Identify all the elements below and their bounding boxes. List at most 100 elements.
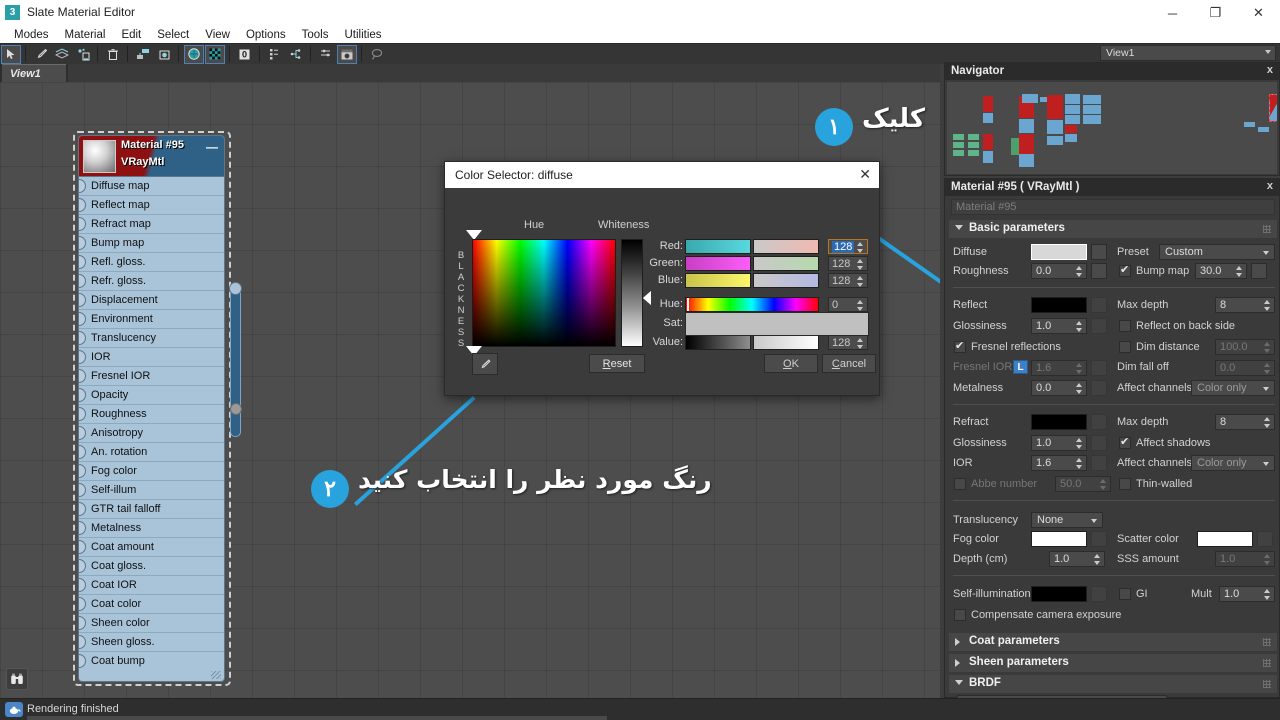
node-slot-socket[interactable] (79, 426, 86, 440)
spinner-arrows-icon[interactable] (1075, 382, 1084, 395)
spinner-arrows-icon[interactable] (1075, 320, 1084, 333)
value-spinner[interactable]: 128 (828, 335, 868, 350)
roughness-map-button[interactable] (1091, 263, 1107, 279)
blue-slider-left[interactable] (685, 273, 751, 288)
node-slot-socket[interactable] (79, 502, 86, 516)
rollup-basic-parameters[interactable]: Basic parameters (949, 220, 1277, 238)
spinner-arrows-icon[interactable] (1099, 478, 1108, 491)
node-slot[interactable]: Fog color (79, 462, 224, 481)
node-slot[interactable]: Coat bump (79, 652, 224, 671)
node-slot[interactable]: Coat gloss. (79, 557, 224, 576)
navigator-node-thumb[interactable] (968, 150, 979, 156)
node-slot[interactable]: Fresnel IOR (79, 367, 224, 386)
menu-material[interactable]: Material (57, 28, 114, 42)
reflect-map-button[interactable] (1091, 297, 1107, 313)
refract-affect-channels-combo[interactable]: Color only (1191, 455, 1275, 471)
node-slot-socket[interactable] (79, 388, 86, 402)
view-selector-combo[interactable]: View1 (1100, 45, 1276, 61)
spinner-arrows-icon[interactable] (856, 241, 865, 254)
self-illumination-map-button[interactable] (1091, 586, 1107, 602)
eyedropper-icon[interactable] (31, 45, 51, 64)
show-map-icon[interactable] (154, 45, 174, 64)
hue-slider[interactable] (685, 297, 819, 312)
node-slot[interactable]: Coat color (79, 595, 224, 614)
refract-ior-spinner[interactable]: 1.6 (1031, 455, 1087, 471)
close-icon[interactable]: x (1267, 180, 1273, 192)
node-slot-socket[interactable] (79, 559, 86, 573)
navigator-node-thumb[interactable] (953, 134, 964, 140)
tab-view1[interactable]: View1 (2, 64, 66, 82)
menu-edit[interactable]: Edit (113, 28, 149, 42)
node-slot[interactable]: Coat IOR (79, 576, 224, 595)
reflect-back-side-checkbox[interactable] (1119, 320, 1131, 332)
node-slot-socket[interactable] (79, 597, 86, 611)
refract-glossiness-spinner[interactable]: 1.0 (1031, 435, 1087, 451)
node-tree-icon[interactable] (286, 45, 306, 64)
material-name-field[interactable]: Material #95 (951, 199, 1275, 215)
reset-button[interactable]: Reset (589, 354, 645, 373)
metalness-map-button[interactable] (1091, 380, 1107, 396)
node-slot-socket[interactable] (79, 635, 86, 649)
node-slot-socket[interactable] (79, 369, 86, 383)
navigator-node-thumb[interactable] (1083, 95, 1101, 104)
show-shaded-icon[interactable] (184, 44, 204, 64)
node-slot[interactable]: Anisotropy (79, 424, 224, 443)
refract-map-button[interactable] (1091, 414, 1107, 430)
node-slot-socket[interactable] (79, 540, 86, 554)
rollup-sheen-parameters[interactable]: Sheen parameters (949, 654, 1277, 672)
node-slot[interactable]: Refl. gloss. (79, 253, 224, 272)
show-background-icon[interactable] (205, 44, 225, 64)
node-slot[interactable]: Coat amount (79, 538, 224, 557)
green-slider-right[interactable] (753, 256, 819, 271)
hue-spinner[interactable]: 0 (828, 297, 868, 312)
menu-tools[interactable]: Tools (294, 28, 337, 42)
node-slot[interactable]: GTR tail falloff (79, 500, 224, 519)
red-spinner[interactable]: 128 (828, 239, 868, 254)
navigator-node-thumb[interactable] (983, 134, 993, 150)
value-slider-right[interactable] (753, 335, 819, 350)
navigator-node-thumb[interactable] (1065, 94, 1080, 104)
zero-slot-icon[interactable]: 0 (235, 45, 255, 64)
bump-map-spinner[interactable]: 30.0 (1195, 263, 1247, 279)
navigator-node-thumb[interactable] (968, 142, 979, 148)
ok-button[interactable]: OK (764, 354, 818, 373)
refract-max-depth-spinner[interactable]: 8 (1215, 414, 1275, 430)
node-slot-socket[interactable] (79, 483, 86, 497)
fog-color-swatch[interactable] (1031, 531, 1087, 547)
node-slot[interactable]: Roughness (79, 405, 224, 424)
spinner-arrows-icon[interactable] (1263, 341, 1272, 354)
node-slot-socket[interactable] (79, 198, 86, 212)
node-slot[interactable]: Bump map (79, 234, 224, 253)
rollup-grip-icon[interactable] (1263, 225, 1271, 233)
spinner-arrows-icon[interactable] (856, 299, 865, 312)
mult-spinner[interactable]: 1.0 (1219, 586, 1275, 602)
navigator-node-thumb[interactable] (1022, 94, 1038, 103)
node-slot[interactable]: Refr. gloss. (79, 272, 224, 291)
navigator-node-thumb[interactable] (1065, 115, 1080, 124)
material-node[interactable]: Material #95 VRayMtl — Diffuse map Reflec… (78, 135, 225, 682)
node-slot[interactable]: Refract map (79, 215, 224, 234)
menu-view[interactable]: View (197, 28, 238, 42)
menu-options[interactable]: Options (238, 28, 294, 42)
navigator-node-thumb[interactable] (1047, 120, 1063, 134)
bump-map-button[interactable] (1251, 263, 1267, 279)
dim-distance-spinner[interactable]: 100.0 (1215, 339, 1275, 355)
navigator-node-thumb[interactable] (1065, 125, 1077, 133)
select-arrow-icon[interactable] (1, 44, 21, 64)
node-slot-socket[interactable] (79, 331, 86, 345)
material-node-header[interactable]: Material #95 VRayMtl — (79, 136, 224, 177)
minimize-icon[interactable]: ─ (1151, 0, 1194, 26)
navigator-node-thumb[interactable] (1244, 122, 1255, 127)
node-slot[interactable]: Diffuse map (79, 177, 224, 196)
spinner-arrows-icon[interactable] (1075, 437, 1084, 450)
blue-slider-right[interactable] (753, 273, 819, 288)
node-slot[interactable]: Opacity (79, 386, 224, 405)
refract-glossiness-map-button[interactable] (1091, 435, 1107, 451)
value-collapse-arrow-icon[interactable] (643, 291, 651, 305)
reflect-max-depth-spinner[interactable]: 8 (1215, 297, 1275, 313)
spinner-arrows-icon[interactable] (1263, 362, 1272, 375)
spinner-arrows-icon[interactable] (1263, 416, 1272, 429)
node-slot[interactable]: Sheen gloss. (79, 633, 224, 652)
node-slot-socket[interactable] (79, 274, 86, 288)
node-scrollbar-knob[interactable] (229, 282, 242, 295)
